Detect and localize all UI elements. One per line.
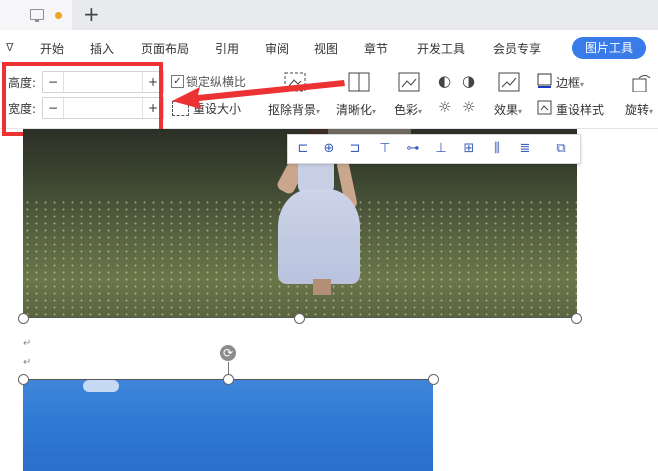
align-left-icon[interactable]: ⊏ [294, 140, 312, 158]
paragraph-mark: ↵ [23, 338, 32, 349]
remove-background-icon[interactable] [284, 72, 306, 92]
decrease-brightness-icon[interactable]: ☼ [462, 99, 475, 115]
align-right-icon[interactable]: ⊐ [346, 140, 364, 158]
align-bottom-icon[interactable]: ⊥ [432, 140, 450, 158]
increase-contrast-icon[interactable]: ◐ [438, 73, 451, 89]
menu-insert[interactable]: 插入 [90, 40, 114, 57]
figure-legs [313, 279, 331, 295]
lock-ratio-label: 锁定纵横比 [186, 75, 247, 89]
paragraph-mark: ↵ [23, 357, 32, 368]
rotate-handle-icon[interactable]: ⟳ [220, 345, 236, 361]
lock-ratio-checkbox[interactable]: ✓ [171, 75, 184, 88]
remove-background-button[interactable]: 抠除背景▾ [268, 101, 320, 118]
resize-handle[interactable] [428, 374, 439, 385]
distribute-vertical-icon[interactable]: ≣ [516, 140, 534, 158]
resize-handle[interactable] [18, 313, 29, 324]
sharpen-icon[interactable] [348, 72, 370, 92]
effects-button[interactable]: 效果▾ [494, 101, 522, 118]
border-button[interactable]: 边框▾ [556, 74, 584, 91]
align-center-icon[interactable]: ⊕ [320, 140, 338, 158]
menu-review[interactable]: 审阅 [265, 40, 289, 57]
tab-bar: + [0, 0, 658, 30]
increase-brightness-icon[interactable]: ☼ [438, 99, 451, 115]
group-objects-icon[interactable]: ⧉ [552, 140, 570, 158]
figure-dress [278, 189, 360, 284]
distribute-spacing-icon[interactable]: ⫼ [488, 140, 506, 158]
menu-member[interactable]: 会员专享 [493, 40, 541, 57]
menu-references[interactable]: 引用 [215, 40, 239, 57]
menu-developer[interactable]: 开发工具 [417, 40, 465, 57]
border-label: 边框 [556, 76, 581, 90]
rotate-label: 旋转 [625, 103, 650, 117]
resize-handle[interactable] [223, 374, 234, 385]
menu-home[interactable]: 开始 [40, 40, 64, 57]
menu-chapter[interactable]: 章节 [364, 40, 388, 57]
rotate-button[interactable]: 旋转▾ [625, 101, 653, 118]
resize-handle[interactable] [294, 313, 305, 324]
sharpen-button[interactable]: 清晰化▾ [336, 101, 376, 118]
cloud [83, 380, 119, 392]
reset-style-button[interactable]: 重设样式 [556, 101, 604, 118]
color-button[interactable]: 色彩▾ [394, 101, 422, 118]
floating-align-toolbar: ⊏ ⊕ ⊐ ⊤ ⊶ ⊥ ⊞ ⫼ ≣ ⧉ [287, 134, 581, 164]
color-label: 色彩 [394, 103, 419, 117]
remove-background-label: 抠除背景 [268, 103, 317, 117]
tab-picture-tools[interactable]: 图片工具 [572, 37, 646, 59]
resize-handle[interactable] [571, 313, 582, 324]
distribute-horizontal-icon[interactable]: ⊞ [460, 140, 478, 158]
align-top-icon[interactable]: ⊤ [376, 140, 394, 158]
resize-handle[interactable] [18, 374, 29, 385]
sky-photo[interactable] [23, 380, 433, 471]
menu-bar: ᐁ 开始 插入 页面布局 引用 审阅 视图 章节 开发工具 会员专享 图片工具 [0, 30, 658, 66]
decrease-contrast-icon[interactable]: ◑ [462, 73, 475, 89]
annotation-highlight-box [2, 62, 163, 136]
menu-page-layout[interactable]: 页面布局 [141, 40, 189, 57]
effects-label: 效果 [494, 103, 519, 117]
rotate-icon[interactable] [630, 72, 652, 92]
color-icon[interactable] [398, 72, 420, 92]
align-middle-icon[interactable]: ⊶ [404, 140, 422, 158]
menu-view[interactable]: 视图 [314, 40, 338, 57]
effects-icon[interactable] [498, 72, 520, 92]
unsaved-dot-icon [55, 12, 62, 19]
sharpen-label: 清晰化 [336, 103, 373, 117]
reset-size-button[interactable]: 重设大小 [193, 100, 241, 117]
monitor-icon [30, 9, 44, 22]
collapse-ribbon-icon[interactable]: ᐁ [6, 41, 14, 54]
reset-size-icon[interactable] [172, 101, 189, 116]
new-tab-button[interactable]: + [83, 3, 100, 25]
document-tab[interactable] [0, 0, 72, 30]
